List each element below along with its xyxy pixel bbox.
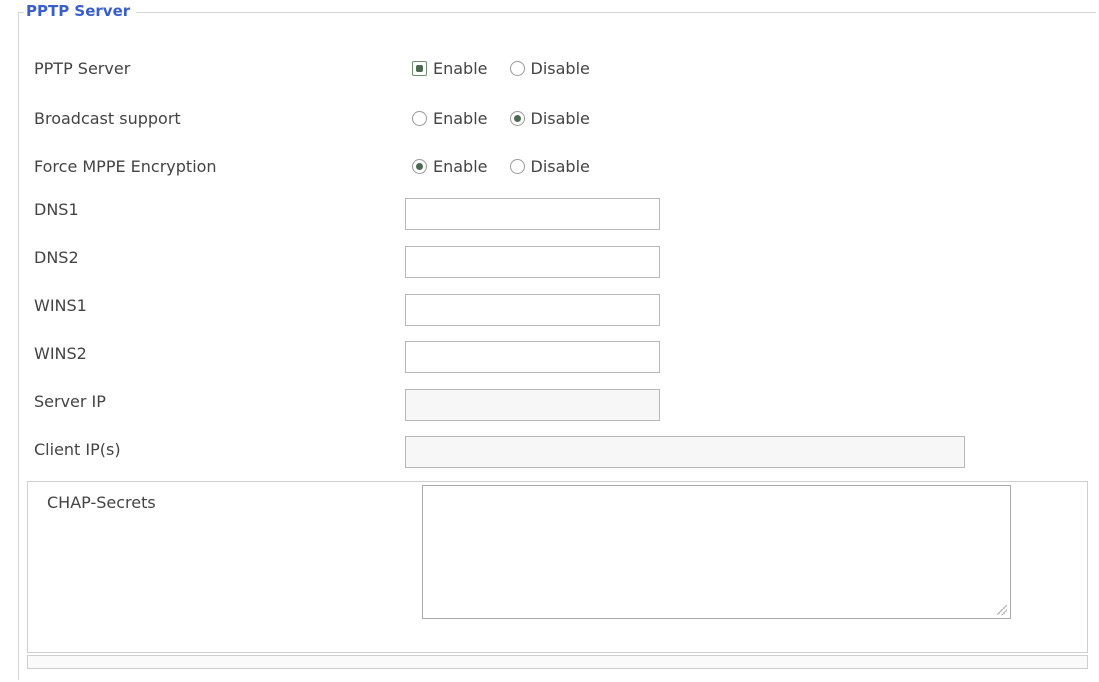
row-pptp-server: PPTP Server Enable Disable bbox=[0, 56, 1099, 96]
dns2-input[interactable] bbox=[405, 246, 660, 278]
row-broadcast-support: Broadcast support Enable Disable bbox=[0, 106, 1099, 146]
force-mppe-enable-label: Enable bbox=[433, 157, 488, 176]
resize-grip-icon[interactable] bbox=[997, 605, 1007, 615]
broadcast-disable-label: Disable bbox=[530, 109, 590, 128]
client-ips-label: Client IP(s) bbox=[34, 440, 121, 459]
server-ip-label: Server IP bbox=[34, 392, 106, 411]
broadcast-disable-option[interactable]: Disable bbox=[509, 109, 590, 128]
broadcast-enable-radio[interactable] bbox=[412, 111, 427, 126]
pptp-server-radio-group: Enable Disable bbox=[412, 59, 612, 78]
bottom-bar bbox=[27, 655, 1088, 669]
force-mppe-enable-option[interactable]: Enable bbox=[412, 157, 488, 176]
pptp-server-disable-option[interactable]: Disable bbox=[509, 59, 590, 78]
pptp-server-enable-label: Enable bbox=[433, 59, 488, 78]
wins2-input[interactable] bbox=[405, 341, 660, 373]
pptp-server-label: PPTP Server bbox=[34, 59, 131, 78]
pptp-server-disable-radio[interactable] bbox=[509, 61, 525, 76]
wins1-label: WINS1 bbox=[34, 296, 87, 315]
broadcast-enable-option[interactable]: Enable bbox=[412, 109, 488, 128]
wins1-input[interactable] bbox=[405, 294, 660, 326]
row-force-mppe: Force MPPE Encryption Enable Disable bbox=[0, 154, 1099, 194]
broadcast-support-radio-group: Enable Disable bbox=[412, 109, 612, 128]
wins2-label: WINS2 bbox=[34, 344, 87, 363]
force-mppe-disable-label: Disable bbox=[530, 157, 590, 176]
client-ips-input[interactable] bbox=[405, 436, 965, 468]
force-mppe-label: Force MPPE Encryption bbox=[34, 157, 217, 176]
broadcast-enable-label: Enable bbox=[433, 109, 488, 128]
force-mppe-disable-option[interactable]: Disable bbox=[509, 157, 590, 176]
dns2-label: DNS2 bbox=[34, 248, 79, 267]
broadcast-support-label: Broadcast support bbox=[34, 109, 181, 128]
force-mppe-disable-radio[interactable] bbox=[509, 159, 525, 174]
chap-secrets-label: CHAP-Secrets bbox=[47, 493, 156, 512]
dns1-label: DNS1 bbox=[34, 200, 79, 219]
broadcast-disable-radio[interactable] bbox=[509, 111, 525, 126]
pptp-server-disable-label: Disable bbox=[530, 59, 590, 78]
section-title: PPTP Server bbox=[24, 2, 137, 20]
pptp-server-enable-option[interactable]: Enable bbox=[412, 59, 488, 78]
chap-secrets-textarea[interactable] bbox=[422, 485, 1011, 619]
force-mppe-enable-radio[interactable] bbox=[412, 159, 427, 174]
server-ip-input[interactable] bbox=[405, 389, 660, 421]
pptp-server-enable-radio[interactable] bbox=[412, 61, 427, 76]
dns1-input[interactable] bbox=[405, 198, 660, 230]
force-mppe-radio-group: Enable Disable bbox=[412, 157, 612, 176]
